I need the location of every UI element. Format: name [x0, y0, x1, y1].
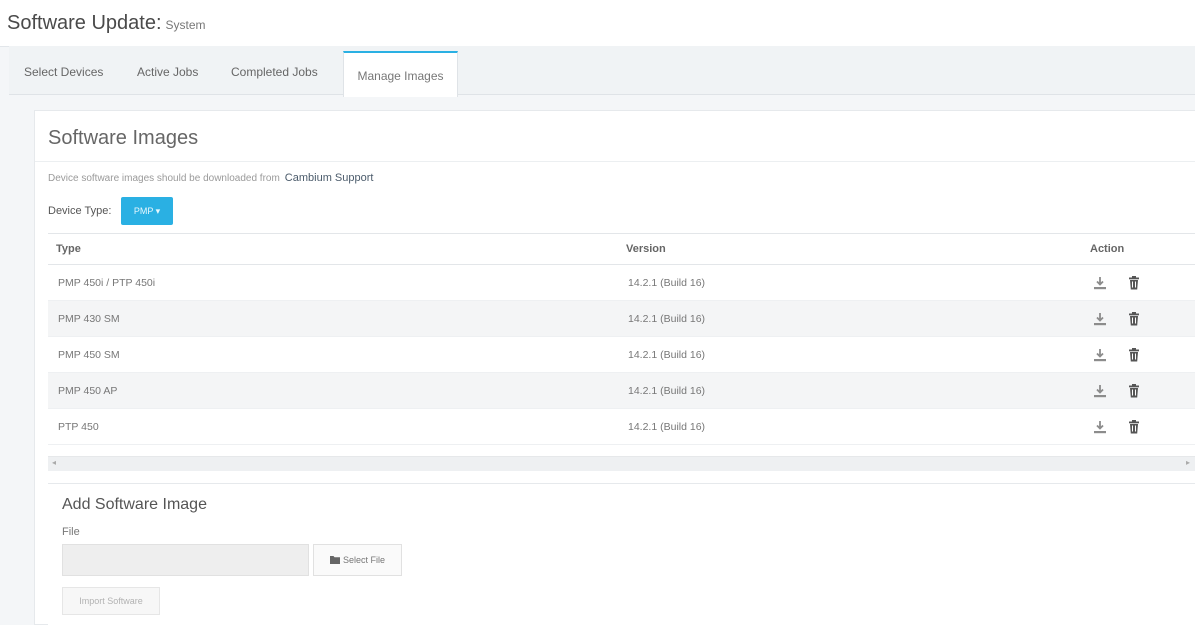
cell-action — [1082, 372, 1195, 409]
trash-icon[interactable] — [1126, 275, 1142, 291]
tab-manage-images[interactable]: Manage Images — [343, 51, 458, 97]
table-row: PTP 450 14.2.1 (Build 16) — [48, 408, 1195, 445]
cell-version: 14.2.1 (Build 16) — [618, 336, 1082, 373]
page-subtitle: System — [165, 18, 206, 32]
cell-type: PMP 450 SM — [48, 336, 618, 373]
folder-icon — [329, 555, 343, 565]
table-row: PMP 450 AP 14.2.1 (Build 16) — [48, 372, 1195, 409]
tabs-bar: Select Devices Active Jobs Completed Job… — [9, 46, 1195, 97]
page-header: Software Update: System — [0, 0, 1195, 47]
table-row: PMP 450i / PTP 450i 14.2.1 (Build 16) — [48, 264, 1195, 301]
table-row: PMP 430 SM 14.2.1 (Build 16) — [48, 300, 1195, 337]
tab-select-devices[interactable]: Select Devices — [24, 46, 103, 94]
device-type-dropdown[interactable]: PMP ▾ — [121, 197, 173, 225]
download-icon[interactable] — [1092, 419, 1108, 435]
cell-version: 14.2.1 (Build 16) — [618, 300, 1082, 337]
cell-type: PMP 450i / PTP 450i — [48, 264, 618, 301]
page-title: Software Update: System — [7, 12, 206, 35]
divider — [35, 161, 1195, 162]
select-file-label: Select File — [342, 555, 386, 565]
table-header-row: Type Version Action — [48, 233, 1195, 265]
import-software-button[interactable]: Import Software — [62, 587, 160, 615]
download-icon[interactable] — [1092, 383, 1108, 399]
images-table-wrap: Type Version Action PMP 450i / PTP 450i … — [48, 233, 1195, 445]
scroll-right-icon[interactable]: ▸ — [1186, 458, 1190, 467]
trash-icon[interactable] — [1126, 347, 1142, 363]
cell-version: 14.2.1 (Build 16) — [618, 408, 1082, 445]
cell-action — [1082, 300, 1195, 337]
download-note: Device software images should be downloa… — [48, 172, 373, 184]
select-file-button[interactable]: Select File — [313, 544, 402, 576]
device-type-label: Device Type: — [48, 205, 112, 217]
trash-icon[interactable] — [1126, 419, 1142, 435]
software-images-panel: Software Images Device software images s… — [34, 110, 1195, 625]
cell-version: 14.2.1 (Build 16) — [618, 264, 1082, 301]
tab-active-jobs[interactable]: Active Jobs — [137, 46, 198, 94]
col-header-type[interactable]: Type — [48, 233, 618, 265]
panel-title: Software Images — [48, 127, 199, 149]
cell-action — [1082, 336, 1195, 373]
cell-type: PMP 450 AP — [48, 372, 618, 409]
table-row: PMP 450 SM 14.2.1 (Build 16) — [48, 336, 1195, 373]
images-table: Type Version Action PMP 450i / PTP 450i … — [48, 233, 1195, 445]
cell-type: PTP 450 — [48, 408, 618, 445]
download-icon[interactable] — [1092, 347, 1108, 363]
trash-icon[interactable] — [1126, 383, 1142, 399]
col-header-action: Action — [1082, 233, 1195, 265]
cell-action — [1082, 408, 1195, 445]
scroll-left-icon[interactable]: ◂ — [52, 458, 56, 467]
page-title-text: Software Update: — [7, 12, 162, 34]
horizontal-scrollbar[interactable]: ◂ ▸ — [48, 456, 1195, 471]
add-image-title: Add Software Image — [62, 496, 207, 513]
download-icon[interactable] — [1092, 275, 1108, 291]
add-software-image-section: Add Software Image File Select File Impo… — [48, 483, 1195, 625]
cell-version: 14.2.1 (Build 16) — [618, 372, 1082, 409]
col-header-version[interactable]: Version — [618, 233, 1082, 265]
file-label: File — [62, 526, 80, 538]
download-note-text: Device software images should be downloa… — [48, 173, 280, 184]
trash-icon[interactable] — [1126, 311, 1142, 327]
cambium-support-link[interactable]: Cambium Support — [285, 172, 374, 184]
tab-completed-jobs[interactable]: Completed Jobs — [231, 46, 318, 94]
download-icon[interactable] — [1092, 311, 1108, 327]
file-path-field[interactable] — [62, 544, 309, 576]
cell-action — [1082, 264, 1195, 301]
cell-type: PMP 430 SM — [48, 300, 618, 337]
